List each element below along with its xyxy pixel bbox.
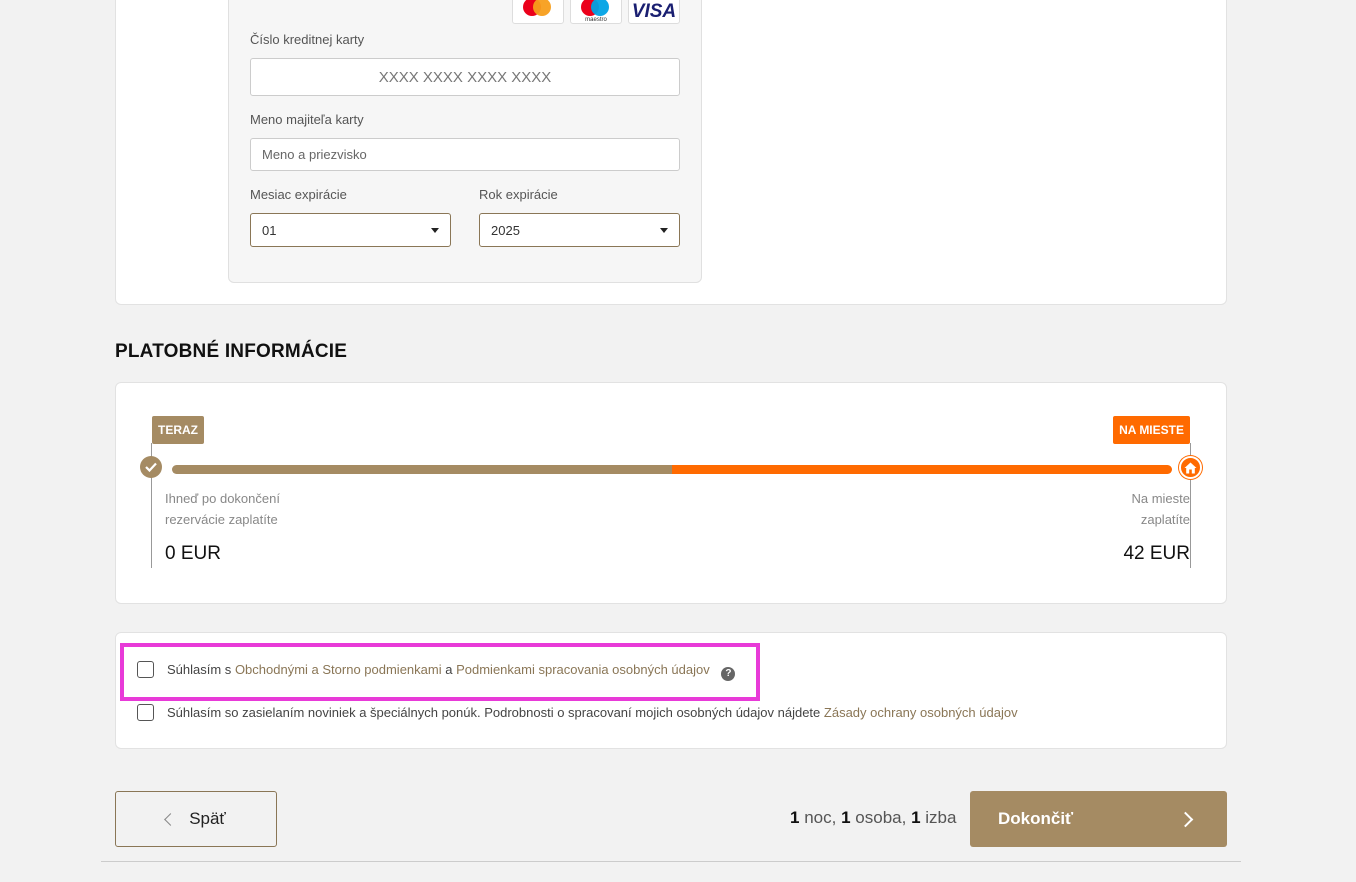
pay-later-note-line1: Na mieste [1131, 491, 1190, 506]
terms-highlight-box [120, 643, 760, 701]
rooms-word: izba [925, 808, 957, 827]
card-number-label: Číslo kreditnej karty [250, 32, 365, 47]
maestro-logo: maestro [570, 0, 622, 24]
pay-later-note: Na mieste zaplatíte [1131, 488, 1190, 530]
check-icon [140, 456, 162, 478]
pay-now-note-line2: rezervácie zaplatíte [165, 512, 278, 527]
chevron-left-icon [164, 812, 178, 826]
nights-word: noc, [804, 808, 837, 827]
exp-year-value: 2025 [491, 222, 520, 238]
pay-now-note: Ihneď po dokončení rezervácie zaplatíte [165, 488, 280, 530]
finish-button[interactable]: Dokončiť [970, 791, 1227, 847]
pay-later-amount: 42 EUR [1123, 543, 1190, 564]
home-icon [1179, 456, 1202, 479]
footer-divider [101, 861, 1241, 862]
back-button-label: Späť [189, 809, 226, 828]
pay-now-tag: TERAZ [152, 416, 204, 444]
finish-button-label: Dokončiť [998, 809, 1074, 828]
newsletter-checkbox[interactable] [137, 704, 154, 721]
pay-now-note-line1: Ihneď po dokončení [165, 491, 280, 506]
chevron-right-icon [1177, 811, 1194, 827]
newsletter-consent-text: Súhlasím so zasielaním noviniek a špeciá… [167, 705, 1018, 720]
pay-now-amount: 0 EUR [165, 543, 221, 564]
persons-word: osoba, [855, 808, 907, 827]
booking-summary: 1 noc, 1 osoba, 1 izba [790, 808, 956, 828]
persons-count: 1 [841, 808, 851, 827]
payment-section-title: PLATOBNÉ INFORMÁCIE [115, 341, 348, 362]
nights-count: 1 [790, 808, 800, 827]
card-logos: maestro VISA [512, 0, 680, 24]
exp-year-select[interactable]: 2025 [479, 213, 680, 247]
privacy-policy-link[interactable]: Zásady ochrany osobných údajov [824, 705, 1018, 720]
visa-logo: VISA [628, 0, 680, 24]
rooms-count: 1 [911, 808, 921, 827]
progress-later-segment [672, 465, 1172, 474]
pay-later-note-line2: zaplatíte [1140, 512, 1190, 527]
caret-down-icon [660, 227, 668, 233]
caret-down-icon [431, 227, 439, 233]
progress-now-segment [172, 465, 672, 474]
payment-info-card: TERAZ NA MIESTE Ihneď po dokončení rezer… [115, 382, 1227, 604]
exp-month-value: 01 [262, 222, 277, 238]
card-holder-input[interactable]: Meno a priezvisko [250, 138, 680, 171]
exp-month-label: Mesiac expirácie [250, 187, 347, 202]
newsletter-text: Súhlasím so zasielaním noviniek a špeciá… [167, 705, 821, 720]
exp-month-select[interactable]: 01 [250, 213, 451, 247]
pay-later-tag: NA MIESTE [1113, 416, 1190, 444]
card-number-input[interactable]: XXXX XXXX XXXX XXXX [250, 58, 680, 96]
card-holder-label: Meno majiteľa karty [250, 112, 364, 127]
exp-year-label: Rok expirácie [479, 187, 558, 202]
back-button[interactable]: Späť [115, 791, 277, 847]
mastercard-logo [512, 0, 564, 24]
